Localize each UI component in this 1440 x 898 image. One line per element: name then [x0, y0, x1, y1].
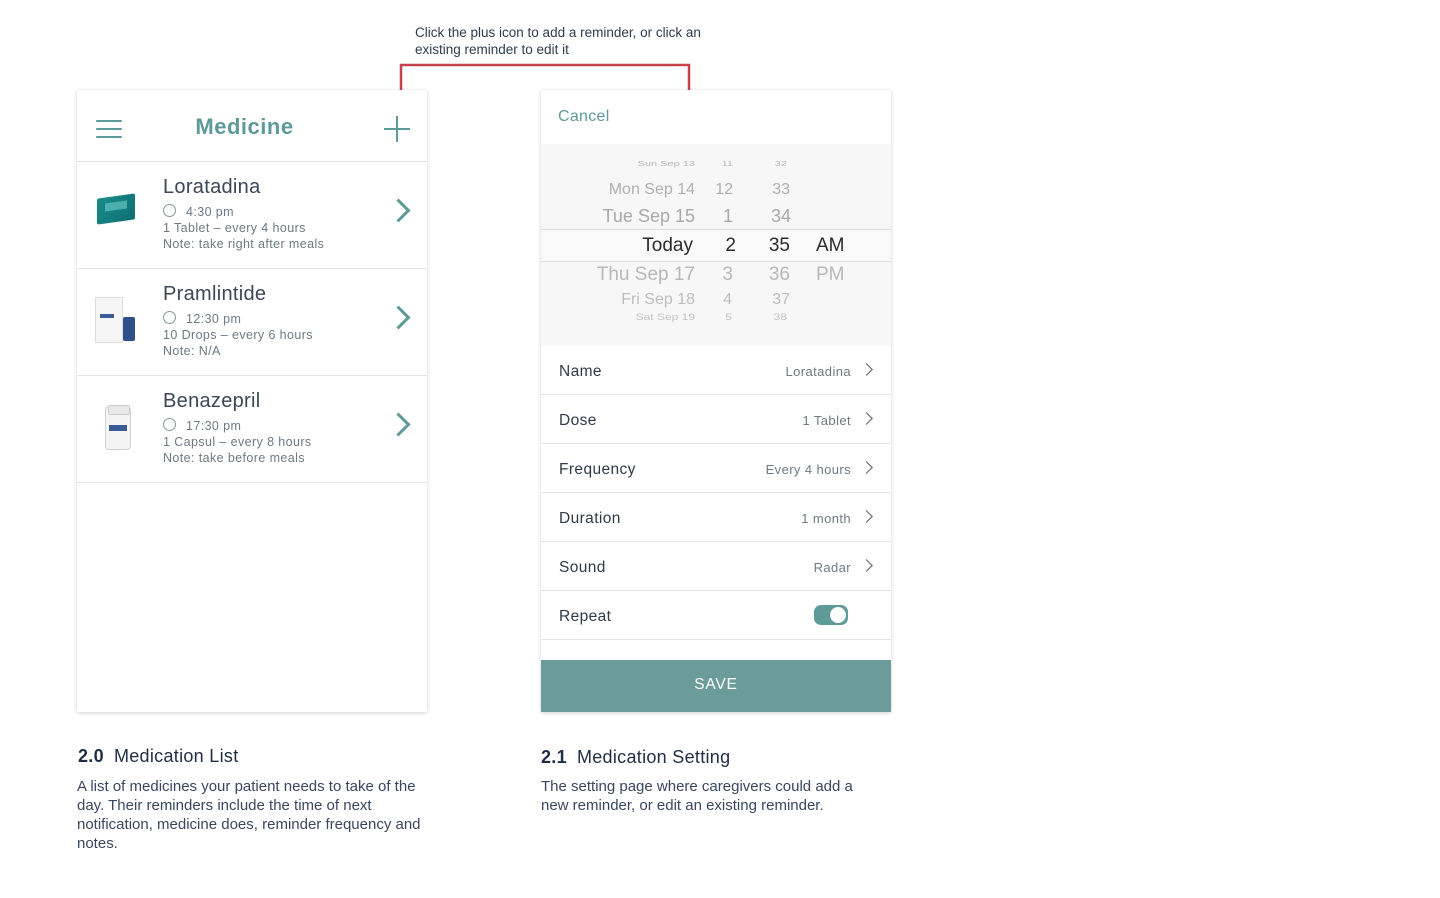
picker-minute[interactable]: 32 [775, 160, 787, 168]
alarm-clock-icon [163, 311, 176, 324]
picker-hour[interactable]: 11 [722, 160, 733, 168]
picker-minute-selected[interactable]: 35 [769, 235, 790, 257]
duration-row[interactable]: Duration 1 month [541, 493, 891, 542]
caption-title: 2.1 Medication Setting [541, 747, 731, 767]
picker-hour[interactable]: 12 [715, 181, 733, 199]
field-value: Radar [813, 560, 851, 575]
dose-frequency: 10 Drops – every 6 hours [163, 328, 313, 342]
field-label: Duration [559, 510, 621, 527]
medicine-note: Note: take before meals [163, 451, 305, 465]
cancel-button[interactable]: Cancel [558, 108, 610, 126]
toggle-knob [830, 607, 846, 623]
caption-title: 2.0 Medication List [78, 746, 239, 766]
reminder-time: 12:30 pm [163, 311, 241, 326]
picker-hour[interactable]: 3 [722, 264, 733, 286]
field-value: Loratadina [785, 364, 851, 379]
field-label: Dose [559, 412, 597, 429]
chevron-right-icon [860, 510, 873, 523]
field-label: Sound [559, 559, 606, 576]
field-value: 1 Tablet [802, 413, 851, 428]
name-row[interactable]: Name Loratadina [541, 346, 891, 395]
alarm-clock-icon [163, 418, 176, 431]
picker-minute[interactable]: 33 [772, 181, 790, 199]
screen-title: Medicine [195, 114, 294, 139]
medicine-name: Loratadina [163, 176, 261, 198]
chevron-right-icon [860, 559, 873, 572]
sound-row[interactable]: Sound Radar [541, 542, 891, 591]
field-label: Frequency [559, 461, 636, 478]
medicine-item[interactable]: Loratadina 4:30 pm 1 Tablet – every 4 ho… [77, 162, 427, 269]
box-and-vial-icon [95, 295, 141, 347]
picker-hour[interactable]: 4 [723, 291, 732, 309]
picker-date[interactable]: Sat Sep 19 [636, 311, 695, 322]
repeat-row: Repeat [541, 591, 891, 640]
alarm-clock-icon [163, 204, 176, 217]
blue-box-icon [95, 188, 141, 240]
frequency-row[interactable]: Frequency Every 4 hours [541, 444, 891, 493]
picker-minute[interactable]: 38 [774, 311, 787, 322]
medicine-item[interactable]: Benazepril 17:30 pm 1 Capsul – every 8 h… [77, 376, 427, 483]
save-button[interactable]: SAVE [541, 660, 891, 712]
medicine-item[interactable]: Pramlintide 12:30 pm 10 Drops – every 6 … [77, 269, 427, 376]
picker-minute[interactable]: 34 [771, 206, 791, 227]
chevron-right-icon[interactable] [386, 412, 411, 437]
picker-hour[interactable]: 1 [723, 206, 733, 227]
dose-frequency: 1 Tablet – every 4 hours [163, 221, 306, 235]
field-value: Every 4 hours [765, 462, 851, 477]
chevron-right-icon [860, 363, 873, 376]
annotation-text: Click the plus icon to add a reminder, o… [415, 25, 701, 57]
picker-date[interactable]: Tue Sep 15 [603, 206, 695, 227]
field-label: Repeat [559, 608, 612, 625]
medicine-name: Pramlintide [163, 283, 267, 305]
add-reminder-icon[interactable] [384, 116, 410, 142]
reminder-form: Name Loratadina Dose 1 Tablet Frequency … [541, 346, 891, 640]
repeat-toggle[interactable] [814, 605, 848, 625]
pill-bottle-icon [95, 402, 141, 454]
reminder-time: 17:30 pm [163, 418, 241, 433]
medicine-note: Note: take right after meals [163, 237, 325, 251]
picker-minute[interactable]: 36 [769, 264, 790, 286]
picker-date[interactable]: Fri Sep 18 [621, 291, 695, 309]
medicine-note: Note: N/A [163, 344, 221, 358]
chevron-right-icon [860, 412, 873, 425]
caption-description: The setting page where caregivers could … [541, 778, 853, 814]
medication-list-screen: Medicine Loratadina 4:30 pm 1 Tablet – e… [77, 90, 427, 712]
picker-date-selected[interactable]: Today [642, 235, 693, 257]
medicine-name: Benazepril [163, 390, 261, 412]
picker-date[interactable]: Thu Sep 17 [597, 264, 695, 286]
caption-description: A list of medicines your patient needs t… [77, 778, 421, 852]
medication-setting-screen: Cancel Sun Sep 13 Mon Sep 14 Tue Sep 15 … [541, 90, 891, 712]
date-time-picker[interactable]: Sun Sep 13 Mon Sep 14 Tue Sep 15 Today T… [541, 144, 891, 346]
picker-ampm-selected[interactable]: AM [816, 235, 845, 257]
picker-hour-selected[interactable]: 2 [725, 235, 736, 257]
picker-date[interactable]: Mon Sep 14 [609, 181, 695, 199]
chevron-right-icon [860, 461, 873, 474]
field-value: 1 month [801, 511, 851, 526]
list-header: Medicine [77, 90, 427, 162]
picker-ampm[interactable]: PM [816, 264, 845, 286]
dose-frequency: 1 Capsul – every 8 hours [163, 435, 312, 449]
chevron-right-icon[interactable] [386, 198, 411, 223]
field-label: Name [559, 363, 602, 380]
picker-minute[interactable]: 37 [772, 291, 790, 309]
reminder-time: 4:30 pm [163, 204, 234, 219]
dose-row[interactable]: Dose 1 Tablet [541, 395, 891, 444]
picker-date[interactable]: Sun Sep 13 [638, 160, 696, 168]
chevron-right-icon[interactable] [386, 305, 411, 330]
picker-hour[interactable]: 5 [725, 311, 732, 322]
